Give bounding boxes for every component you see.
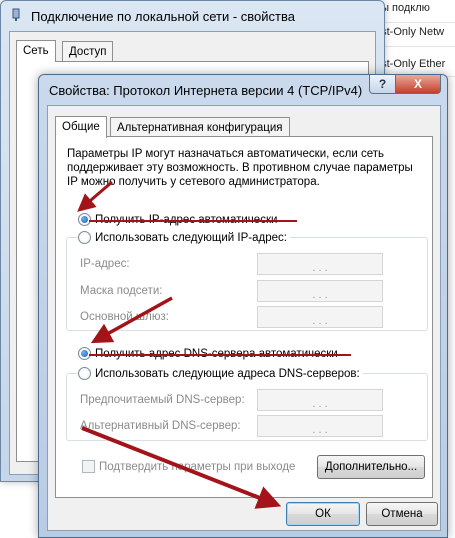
- validate-on-exit-label: Подтвердить параметры при выходе: [99, 460, 296, 473]
- ipv4-properties-dialog: Свойства: Протокол Интернета версии 4 (T…: [38, 74, 448, 538]
- ip-manual-radio[interactable]: Использовать следующий IP-адрес:: [78, 231, 290, 244]
- radio-unselected-icon: [78, 367, 91, 380]
- gateway-input[interactable]: . . .: [257, 306, 383, 328]
- ip-manual-label: Использовать следующий IP-адрес:: [95, 231, 287, 244]
- help-button[interactable]: ?: [369, 75, 396, 94]
- radio-unselected-icon: [78, 231, 91, 244]
- subnet-mask-label: Маска подсети:: [80, 285, 163, 297]
- dialog-title: Свойства: Протокол Интернета версии 4 (T…: [49, 83, 363, 98]
- network-adapter-icon: [12, 8, 20, 21]
- subnet-mask-input[interactable]: . . .: [257, 280, 383, 302]
- ip-address-input[interactable]: . . .: [257, 253, 383, 275]
- window-title: Подключение по локальной сети - свойства: [31, 9, 295, 24]
- checkbox-box: [82, 460, 95, 473]
- dns-manual-radio[interactable]: Использовать следующие адреса DNS-сервер…: [78, 367, 363, 380]
- tab-network[interactable]: Сеть: [16, 40, 56, 62]
- alternate-dns-label: Альтернативный DNS-сервер:: [80, 420, 241, 432]
- tab-alternate-config[interactable]: Альтернативная конфигурация: [110, 117, 290, 138]
- background-list-item[interactable]: ost-Only Netw: [375, 26, 444, 38]
- dialog-body: Общие Альтернативная конфигурация Параме…: [47, 105, 441, 531]
- description-text: Параметры IP могут назначаться автоматич…: [67, 148, 413, 188]
- gateway-label: Основной шлюз:: [80, 311, 169, 323]
- cancel-button[interactable]: Отмена: [366, 502, 438, 526]
- alternate-dns-input[interactable]: . . .: [257, 415, 383, 437]
- ip-address-label: IP-адрес:: [80, 258, 130, 270]
- dns-manual-label: Использовать следующие адреса DNS-сервер…: [95, 367, 360, 380]
- background-list-item[interactable]: ost-Only Ether: [375, 58, 445, 70]
- general-panel: Параметры IP могут назначаться автоматич…: [55, 136, 433, 498]
- annotation-underline: [89, 220, 297, 222]
- annotation-underline: [89, 354, 351, 356]
- tab-general[interactable]: Общие: [55, 116, 107, 138]
- validate-on-exit-checkbox[interactable]: Подтвердить параметры при выходе: [82, 460, 295, 473]
- preferred-dns-input[interactable]: . . .: [257, 389, 383, 411]
- ok-button[interactable]: ОК: [286, 502, 360, 526]
- advanced-button[interactable]: Дополнительно...: [317, 455, 425, 479]
- tab-sharing[interactable]: Доступ: [62, 41, 114, 62]
- preferred-dns-label: Предпочитаемый DNS-сервер:: [80, 394, 245, 406]
- close-button[interactable]: X: [395, 75, 441, 94]
